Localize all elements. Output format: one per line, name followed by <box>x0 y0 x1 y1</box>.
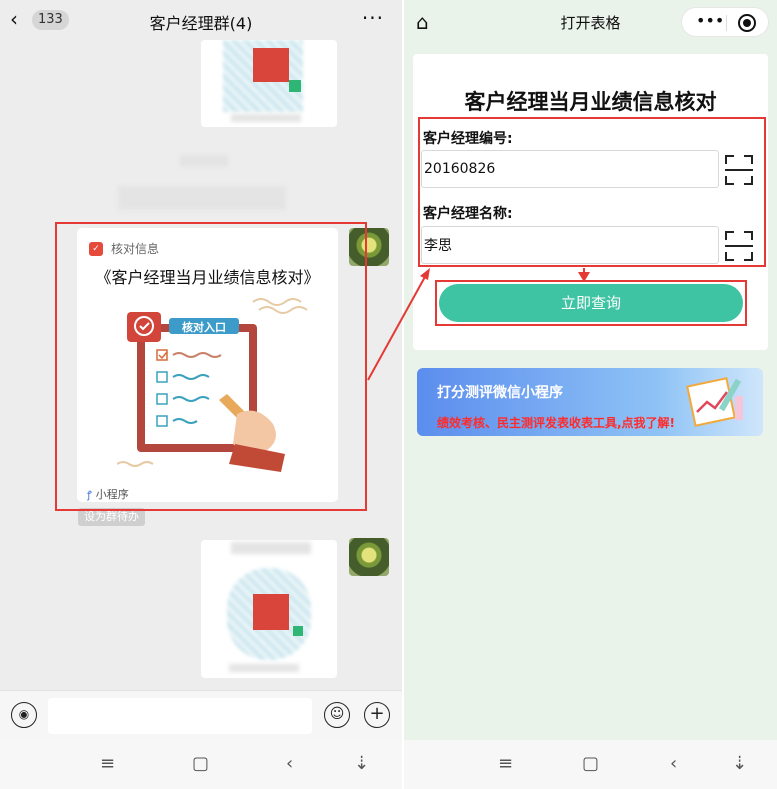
nav-down-icon-2[interactable]: ⇣ <box>732 754 747 774</box>
highlight-box-fields <box>418 117 766 267</box>
highlight-box-card <box>55 222 367 511</box>
capsule-close-icon[interactable] <box>738 14 756 32</box>
more-icon[interactable]: ··· <box>362 6 384 30</box>
mini-program-pane: ⌂ 打开表格 ••• 客户经理当月业绩信息核对 客户经理编号: 客户经理名称: … <box>404 0 777 789</box>
emoji-icon[interactable]: ☺ <box>324 702 350 728</box>
chat-pane: ‹ 133 客户经理群(4) ··· ✓ 核对信息 《客户经理当月业绩信息核对》 <box>0 0 402 789</box>
chat-header: ‹ 133 客户经理群(4) ··· <box>0 0 402 40</box>
chat-input-bar: ◉ ☺ + <box>0 690 402 740</box>
blurred-system-text <box>180 155 228 167</box>
nav-back-icon-2[interactable]: ‹ <box>670 754 677 774</box>
message-input[interactable] <box>48 698 312 734</box>
voice-icon[interactable]: ◉ <box>11 702 37 728</box>
highlight-box-button <box>435 280 747 326</box>
capsule-separator <box>726 15 727 31</box>
system-nav-bar-right: ≡ ▢ ‹ ⇣ <box>404 740 777 789</box>
screenshot-root: ‹ 133 客户经理群(4) ··· ✓ 核对信息 《客户经理当月业绩信息核对》 <box>0 0 777 789</box>
menu-icon-2[interactable]: ≡ <box>498 754 513 774</box>
home-icon-2[interactable]: ▢ <box>582 754 599 774</box>
capsule-more-icon[interactable]: ••• <box>696 11 724 30</box>
chart-illustration-icon <box>686 377 743 427</box>
chat-title: 客户经理群(4) <box>149 14 253 33</box>
blurred-message-text <box>118 186 286 210</box>
system-nav-bar-left: ≡ ▢ ‹ ⇣ <box>0 740 402 789</box>
home-icon[interactable]: ▢ <box>192 754 209 774</box>
form-title: 客户经理当月业绩信息核对 <box>464 90 717 114</box>
blurred-image-message-bottom[interactable] <box>201 540 337 678</box>
nav-down-icon[interactable]: ⇣ <box>354 754 369 774</box>
banner-title: 打分测评微信小程序 <box>437 385 563 401</box>
banner-subtitle: 绩效考核、民主测评发表收表工具,点我了解! <box>437 416 676 430</box>
mini-program-header: ⌂ 打开表格 ••• <box>404 0 777 44</box>
nav-back-icon[interactable]: ‹ <box>286 754 293 774</box>
promo-banner[interactable]: 打分测评微信小程序 绩效考核、民主测评发表收表工具,点我了解! <box>417 368 763 436</box>
plus-icon[interactable]: + <box>364 702 390 728</box>
capsule-menu: ••• <box>681 7 769 37</box>
menu-icon[interactable]: ≡ <box>100 754 115 774</box>
blurred-image-message-top[interactable] <box>201 40 337 127</box>
sender-avatar-2[interactable] <box>349 538 389 576</box>
